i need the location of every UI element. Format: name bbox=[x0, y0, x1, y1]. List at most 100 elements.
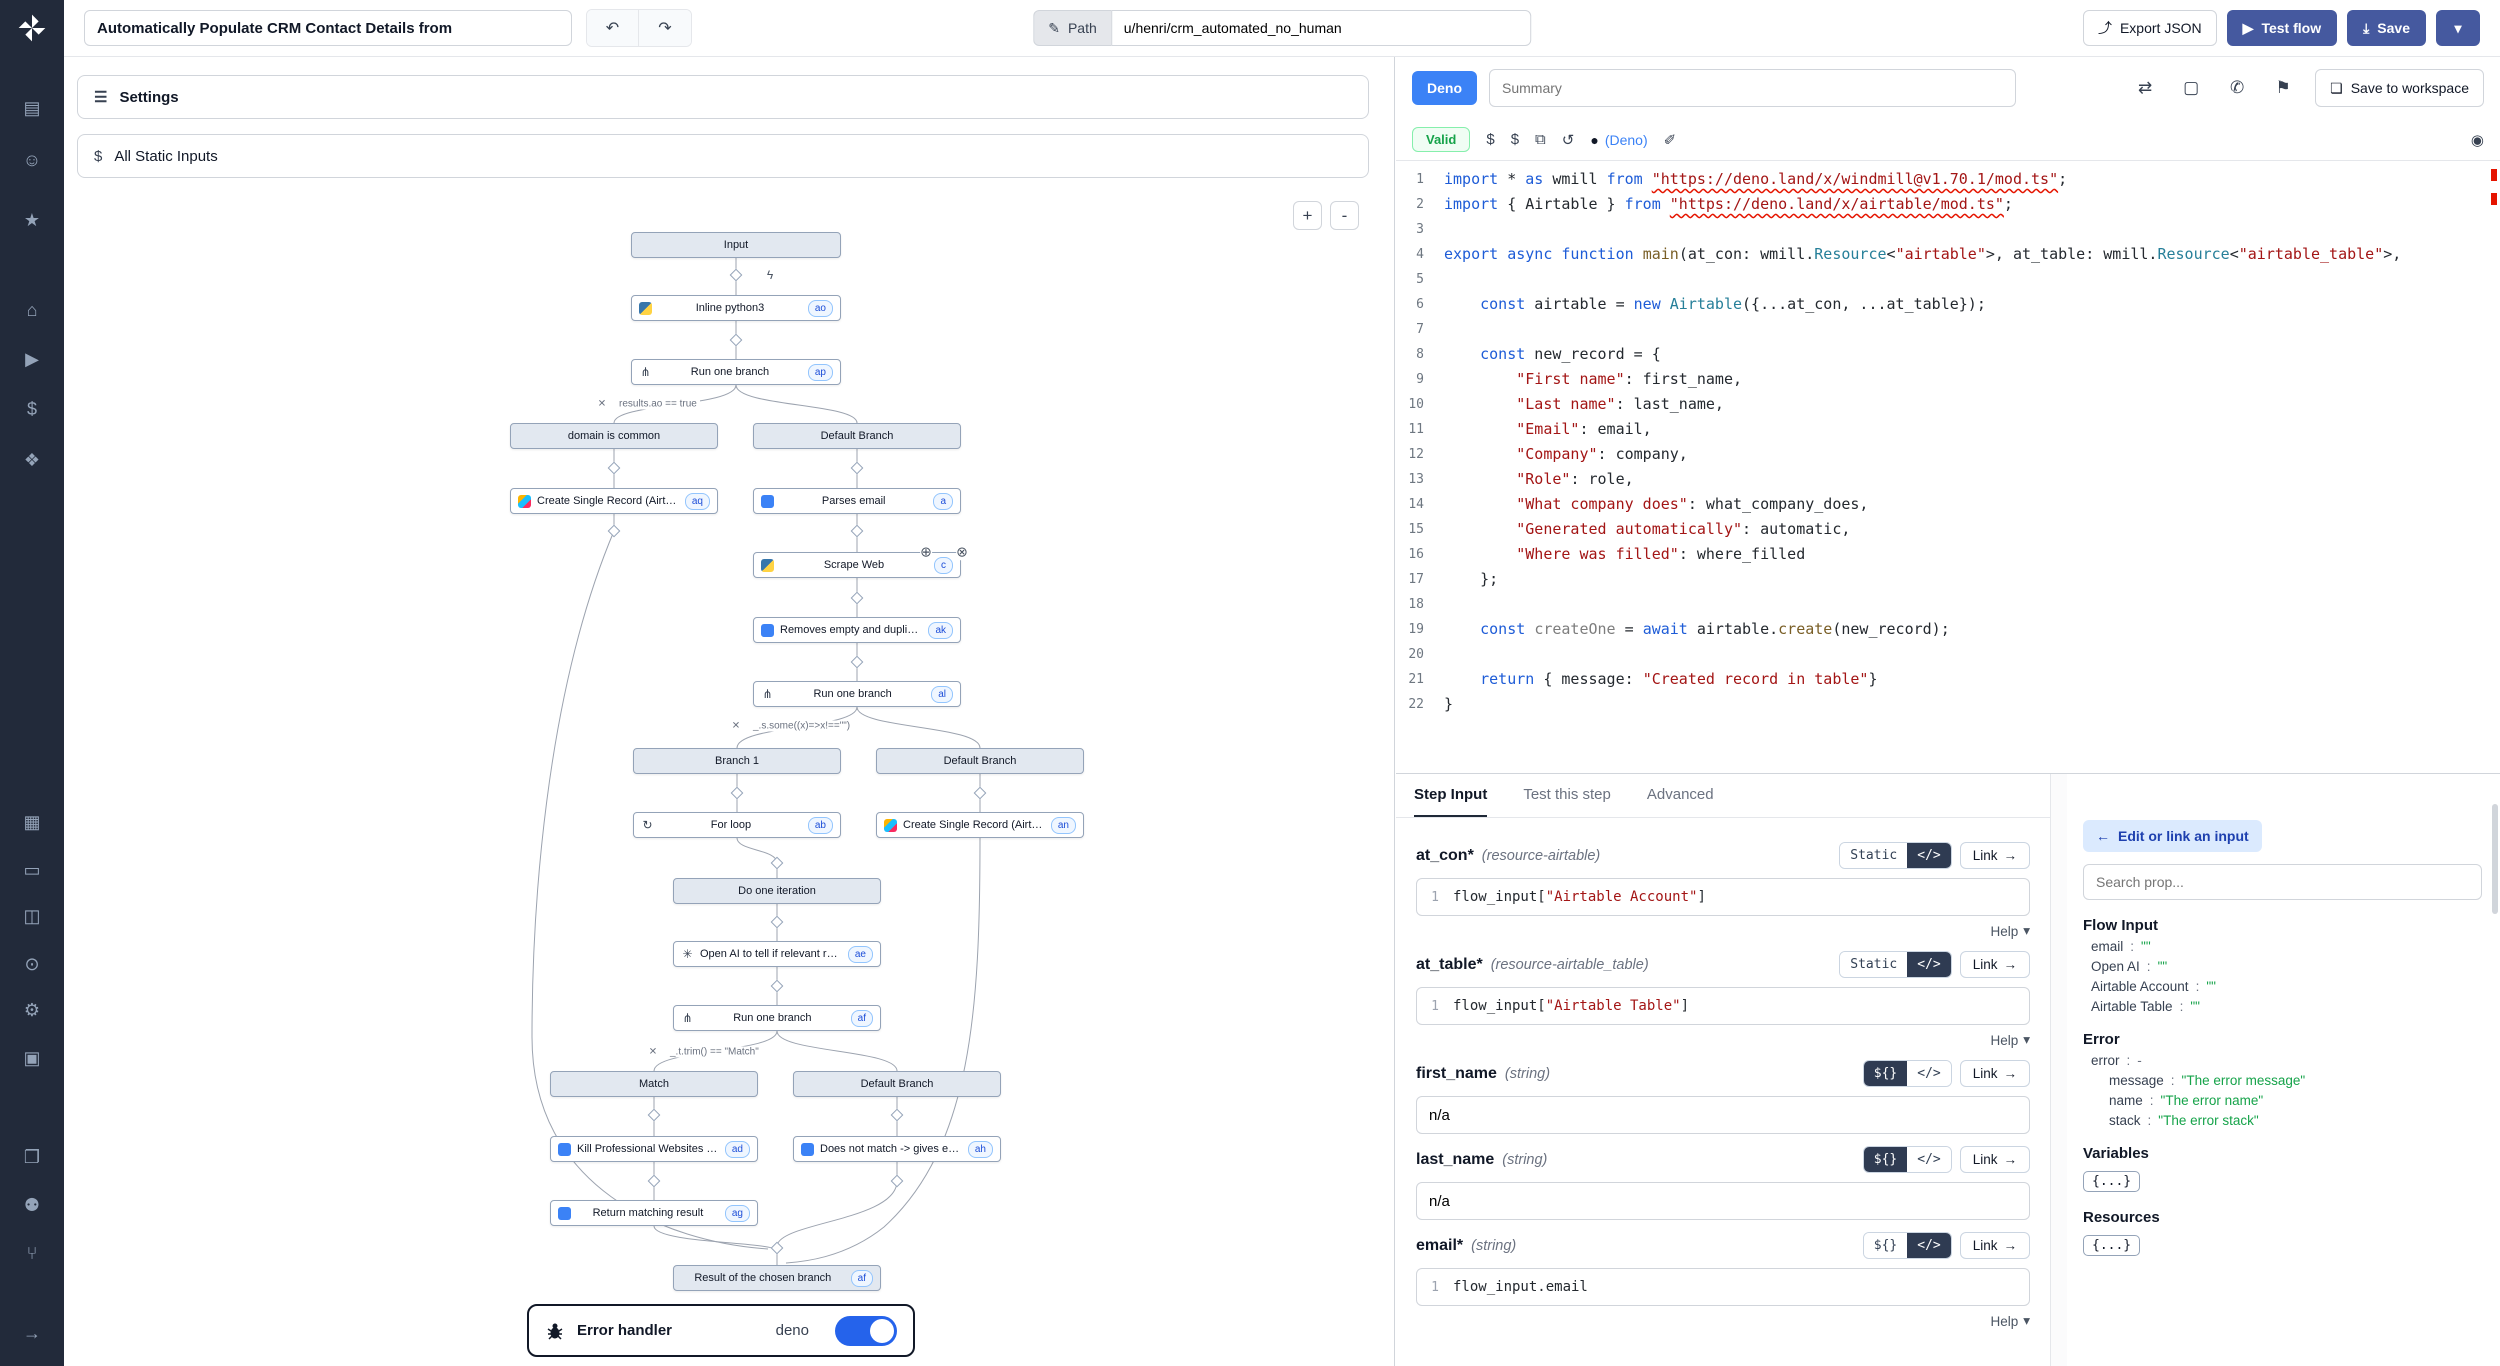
field-expression-input[interactable]: 1flow_input.email bbox=[1416, 1268, 2030, 1306]
workers-icon[interactable]: ▣ bbox=[0, 1041, 64, 1075]
path-input[interactable] bbox=[1111, 10, 1531, 46]
code-editor[interactable]: 1import * as wmill from "https://deno.la… bbox=[1396, 161, 2500, 765]
link-input-button[interactable]: Link→ bbox=[1960, 1146, 2030, 1173]
flow-node-branch-match[interactable]: Match bbox=[550, 1071, 758, 1097]
user-icon[interactable]: ☺ bbox=[0, 143, 64, 177]
field-value-input[interactable] bbox=[1416, 1096, 2030, 1134]
link-input-button[interactable]: Link→ bbox=[1960, 951, 2030, 978]
help-link[interactable]: Help▾ bbox=[1416, 1313, 2030, 1329]
flow-node-ab[interactable]: ↻For loopab bbox=[633, 812, 841, 838]
code-line[interactable]: 11 "Email": email, bbox=[1396, 417, 2500, 442]
discord-icon[interactable]: ⚉ bbox=[0, 1188, 64, 1222]
error-handler-toggle[interactable] bbox=[835, 1316, 897, 1346]
code-line[interactable]: 9 "First name": first_name, bbox=[1396, 367, 2500, 392]
mode-template-toggle[interactable]: ${} bbox=[1864, 1233, 1907, 1258]
code-line[interactable]: 1import * as wmill from "https://deno.la… bbox=[1396, 167, 2500, 192]
flow-node-input[interactable]: Input bbox=[631, 232, 841, 258]
mode-code-toggle[interactable]: </> bbox=[1907, 1061, 1950, 1086]
flow-title-input[interactable] bbox=[84, 10, 572, 46]
code-line[interactable]: 15 "Generated automatically": automatic, bbox=[1396, 517, 2500, 542]
field-value-input[interactable] bbox=[1416, 1182, 2030, 1220]
summary-input[interactable] bbox=[1489, 69, 2016, 107]
object-badge[interactable]: {...} bbox=[2083, 1235, 2140, 1256]
flow-node-ao[interactable]: Inline python3ao bbox=[631, 295, 841, 321]
mode-template-toggle[interactable]: ${} bbox=[1864, 1147, 1907, 1172]
code-line[interactable]: 19 const createOne = await airtable.crea… bbox=[1396, 617, 2500, 642]
tab-step-input[interactable]: Step Input bbox=[1414, 774, 1487, 817]
link-input-button[interactable]: Link→ bbox=[1960, 1060, 2030, 1087]
flow-node-af-result[interactable]: Result of the chosen branchaf bbox=[673, 1265, 881, 1291]
mode-code-toggle[interactable]: </> bbox=[1907, 843, 1950, 868]
window-icon[interactable]: ▢ bbox=[2171, 69, 2211, 107]
audit-logs-icon[interactable]: ⊙ bbox=[0, 947, 64, 981]
github-icon[interactable]: ⑂ bbox=[0, 1236, 64, 1270]
phone-icon[interactable]: ✆ bbox=[2217, 69, 2257, 107]
flow-node-af[interactable]: ⋔Run one branchaf bbox=[673, 1005, 881, 1031]
settings-icon[interactable]: ⚙ bbox=[0, 993, 64, 1027]
flow-node-ap[interactable]: ⋔Run one branchap bbox=[631, 359, 841, 385]
docs-icon[interactable]: ❐ bbox=[0, 1140, 64, 1174]
language-badge[interactable]: Deno bbox=[1412, 71, 1477, 105]
prop-message[interactable]: message:"The error message" bbox=[2083, 1068, 2482, 1088]
code-line[interactable]: 13 "Role": role, bbox=[1396, 467, 2500, 492]
flow-node-do-one-iteration[interactable]: Do one iteration bbox=[673, 878, 881, 904]
link-input-button[interactable]: Link→ bbox=[1960, 842, 2030, 869]
code-line[interactable]: 12 "Company": company, bbox=[1396, 442, 2500, 467]
flow-node-an[interactable]: Create Single Record (Airtable)an bbox=[876, 812, 1084, 838]
flow-node-branch-1[interactable]: Branch 1 bbox=[633, 748, 841, 774]
schedules-icon[interactable]: ▦ bbox=[0, 805, 64, 839]
code-line[interactable]: 16 "Where was filled": where_filled bbox=[1396, 542, 2500, 567]
home-icon[interactable]: ⌂ bbox=[0, 293, 64, 327]
field-expression-input[interactable]: 1flow_input["Airtable Account"] bbox=[1416, 878, 2030, 916]
mode-template-toggle[interactable]: ${} bbox=[1864, 1061, 1907, 1086]
mode-code-toggle[interactable]: </> bbox=[1907, 952, 1950, 977]
object-badge[interactable]: {...} bbox=[2083, 1171, 2140, 1192]
tab-advanced[interactable]: Advanced bbox=[1647, 774, 1714, 817]
panel-resizer[interactable] bbox=[2050, 774, 2067, 1366]
field-expression-input[interactable]: 1flow_input["Airtable Table"] bbox=[1416, 987, 2030, 1025]
insert-resource-icon[interactable]: $ bbox=[1511, 131, 1519, 149]
insert-variable-icon[interactable]: $ bbox=[1486, 131, 1494, 149]
mode-code-toggle[interactable]: </> bbox=[1907, 1147, 1950, 1172]
flow-node-a[interactable]: Parses emaila bbox=[753, 488, 961, 514]
prop-search-input[interactable] bbox=[2083, 864, 2482, 900]
export-json-button[interactable]: ⤴ Export JSON bbox=[2083, 10, 2217, 46]
flow-node-ae[interactable]: ✳Open AI to tell if relevant resultae bbox=[673, 941, 881, 967]
props-scrollbar[interactable] bbox=[2492, 804, 2498, 914]
copy-icon[interactable]: ⧉ bbox=[1535, 131, 1546, 149]
flow-node-branch-default-2[interactable]: Default Branch bbox=[876, 748, 1084, 774]
prop-name[interactable]: name:"The error name" bbox=[2083, 1088, 2482, 1108]
flow-node-ak[interactable]: Removes empty and duplicatesak bbox=[753, 617, 961, 643]
eye-icon[interactable]: ◉ bbox=[2471, 131, 2484, 149]
code-line[interactable]: 18 bbox=[1396, 592, 2500, 617]
prop-error[interactable]: error:- bbox=[2083, 1048, 2482, 1068]
folders-icon[interactable]: ▭ bbox=[0, 853, 64, 887]
add-node-icon[interactable]: ⊕ bbox=[920, 544, 932, 561]
code-line[interactable]: 14 "What company does": what_company_doe… bbox=[1396, 492, 2500, 517]
path-button[interactable]: ✎ Path bbox=[1033, 10, 1111, 46]
flow-node-al[interactable]: ⋔Run one branchal bbox=[753, 681, 961, 707]
save-button[interactable]: ⤓ Save bbox=[2347, 10, 2426, 46]
code-line[interactable]: 10 "Last name": last_name, bbox=[1396, 392, 2500, 417]
prop-email[interactable]: email:"" bbox=[2083, 934, 2482, 954]
branch-disable-icon[interactable]: ✕ bbox=[596, 399, 608, 410]
prop-open-ai[interactable]: Open AI:"" bbox=[2083, 954, 2482, 974]
code-line[interactable]: 7 bbox=[1396, 317, 2500, 342]
flow-node-branch-domain[interactable]: domain is common bbox=[510, 423, 718, 449]
edit-or-link-input-button[interactable]: ← Edit or link an input bbox=[2083, 820, 2262, 852]
expand-icon[interactable]: → bbox=[0, 1316, 64, 1350]
mode-code-toggle[interactable]: </> bbox=[1907, 1233, 1950, 1258]
code-line[interactable]: 22} bbox=[1396, 692, 2500, 717]
flow-canvas[interactable]: Error handler deno InputInline python3ao… bbox=[64, 57, 1394, 1366]
code-line[interactable]: 20 bbox=[1396, 642, 2500, 667]
reset-icon[interactable]: ↺ bbox=[1562, 131, 1575, 149]
flag-icon[interactable]: ⚑ bbox=[2263, 69, 2303, 107]
prop-airtable-account[interactable]: Airtable Account:"" bbox=[2083, 974, 2482, 994]
code-line[interactable]: 8 const new_record = { bbox=[1396, 342, 2500, 367]
code-line[interactable]: 3 bbox=[1396, 217, 2500, 242]
branch-disable-icon[interactable]: ✕ bbox=[647, 1047, 659, 1058]
code-line[interactable]: 17 }; bbox=[1396, 567, 2500, 592]
flow-node-ah[interactable]: Does not match -> gives empty valueah bbox=[793, 1136, 1001, 1162]
help-link[interactable]: Help▾ bbox=[1416, 923, 2030, 939]
tab-test-this-step[interactable]: Test this step bbox=[1523, 774, 1611, 817]
